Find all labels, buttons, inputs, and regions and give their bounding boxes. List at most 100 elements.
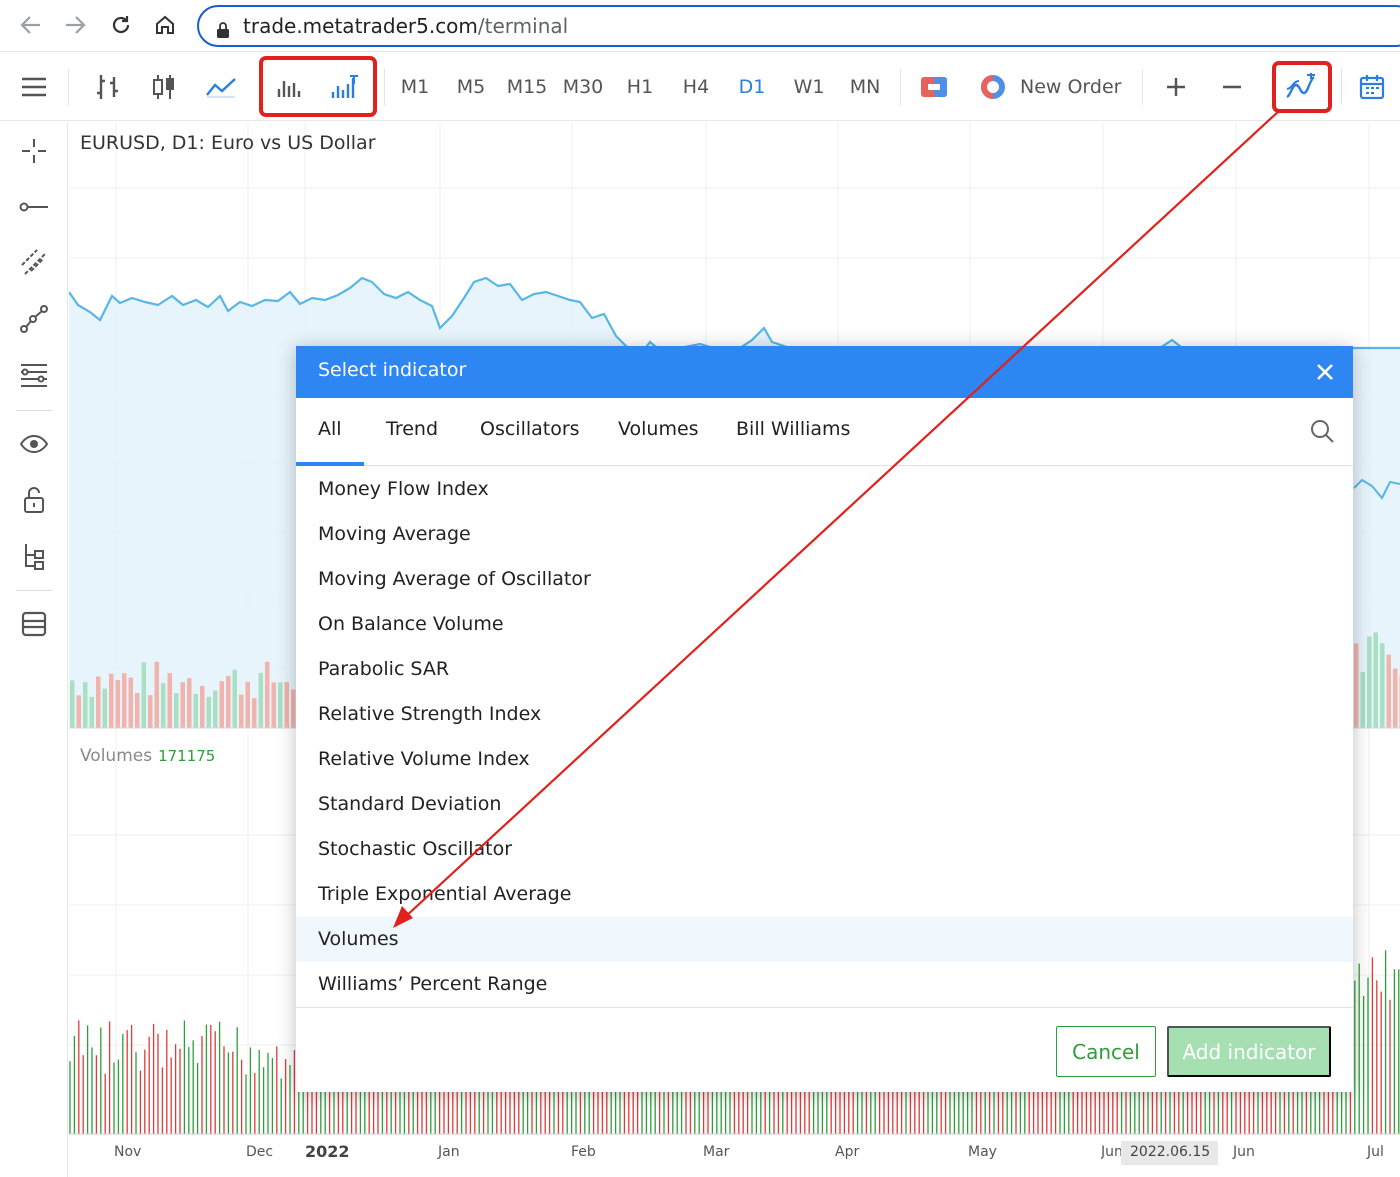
- volume-bar: [102, 688, 107, 728]
- chart-toolbar: M1 M5 M15 M30 H1 H4 D1 W1 MN New Order: [0, 53, 1400, 121]
- volumes-label: Volumes: [80, 746, 153, 766]
- close-icon[interactable]: [1311, 358, 1339, 386]
- volume-bar: [1386, 654, 1391, 728]
- volume-bar: [174, 693, 179, 728]
- volume-bar: [278, 682, 283, 728]
- select-indicator-dialog: Select indicator All Trend Oscillators V…: [296, 346, 1353, 1092]
- timeframe-m5[interactable]: M5: [446, 67, 496, 107]
- polyline-icon[interactable]: [14, 299, 54, 339]
- x-label-year: 2022: [305, 1142, 350, 1161]
- one-click-trading-icon[interactable]: [914, 67, 954, 107]
- volume-bar: [109, 673, 114, 728]
- volume-bar: [89, 696, 94, 728]
- x-label-dec: Dec: [246, 1144, 274, 1160]
- highlight-indicators-button: [1272, 61, 1332, 113]
- timeframe-m30[interactable]: M30: [558, 67, 608, 107]
- new-order-label: New Order: [1020, 76, 1122, 98]
- layers-icon[interactable]: [14, 604, 54, 644]
- timeframe-mn[interactable]: MN: [840, 67, 890, 107]
- volume-bar: [135, 692, 140, 728]
- list-item[interactable]: On Balance Volume: [296, 602, 1353, 647]
- trendline-icon[interactable]: [14, 242, 54, 282]
- volume-bar: [1373, 632, 1378, 728]
- tab-oscillators[interactable]: Oscillators: [480, 418, 580, 440]
- volume-bar: [1393, 668, 1398, 728]
- volume-bar: [219, 681, 224, 728]
- timeframe-h1[interactable]: H1: [615, 67, 665, 107]
- volume-bar: [239, 694, 244, 728]
- menu-icon[interactable]: [14, 67, 54, 107]
- tab-trend[interactable]: Trend: [386, 418, 438, 440]
- search-icon[interactable]: [1309, 418, 1337, 446]
- reload-icon[interactable]: [106, 10, 136, 40]
- volumes-value: 171175: [158, 747, 216, 765]
- calendar-icon[interactable]: [1352, 67, 1392, 107]
- list-item[interactable]: Triple Exponential Average: [296, 872, 1353, 917]
- tab-volumes[interactable]: Volumes: [618, 418, 699, 440]
- volume-bar: [115, 680, 120, 728]
- volume-bar: [252, 698, 257, 728]
- lock-icon[interactable]: [14, 480, 54, 520]
- tab-bill-williams[interactable]: Bill Williams: [736, 418, 850, 440]
- x-label-nov: Nov: [114, 1144, 142, 1160]
- list-item[interactable]: Parabolic SAR: [296, 647, 1353, 692]
- home-icon[interactable]: [150, 10, 180, 40]
- volume-bar: [76, 695, 81, 728]
- list-item[interactable]: Relative Strength Index: [296, 692, 1353, 737]
- x-label-jan: Jan: [438, 1144, 460, 1160]
- timeframe-w1[interactable]: W1: [784, 67, 834, 107]
- back-icon[interactable]: [16, 10, 46, 40]
- volume-bar: [291, 689, 296, 728]
- dialog-footer-divider: [296, 1007, 1353, 1008]
- address-bar[interactable]: trade.metatrader5.com/terminal: [197, 5, 1400, 47]
- active-tab-indicator: [296, 462, 364, 466]
- volume-bar: [206, 696, 211, 728]
- lock-icon: [217, 19, 229, 38]
- volume-bar: [232, 669, 237, 728]
- objects-tree-icon[interactable]: [14, 536, 54, 576]
- cancel-button[interactable]: Cancel: [1056, 1026, 1156, 1077]
- zoom-out-icon[interactable]: [1212, 67, 1252, 107]
- x-label-mar: Mar: [703, 1144, 730, 1160]
- x-label-jun-partial: Jun: [1101, 1144, 1121, 1160]
- list-item[interactable]: Money Flow Index: [296, 467, 1353, 512]
- volume-bar: [187, 678, 192, 728]
- list-item[interactable]: Relative Volume Index: [296, 737, 1353, 782]
- volume-bar: [141, 662, 146, 728]
- timeframe-m1[interactable]: M1: [390, 67, 440, 107]
- drawing-tools-sidebar: [0, 122, 68, 1177]
- list-item[interactable]: Moving Average: [296, 512, 1353, 557]
- volume-bar: [83, 682, 88, 728]
- new-order-button[interactable]: New Order: [978, 67, 1128, 107]
- add-indicator-button[interactable]: Add indicator: [1167, 1026, 1331, 1077]
- candlestick-icon[interactable]: [144, 67, 184, 107]
- list-item[interactable]: Williams’ Percent Range: [296, 962, 1353, 1007]
- timeframe-h4[interactable]: H4: [671, 67, 721, 107]
- bar-chart-icon[interactable]: [88, 67, 128, 107]
- forward-icon[interactable]: [60, 10, 90, 40]
- tab-all[interactable]: All: [318, 418, 342, 440]
- zoom-in-icon[interactable]: [1156, 67, 1196, 107]
- line-chart-icon[interactable]: [200, 67, 242, 107]
- volume-bar: [1360, 671, 1365, 728]
- x-label-jul: Jul: [1367, 1144, 1384, 1160]
- timeframe-m15[interactable]: M15: [502, 67, 552, 107]
- fibonacci-icon[interactable]: [14, 355, 54, 395]
- volume-bar: [245, 681, 250, 728]
- volume-bar: [258, 672, 263, 728]
- volumes-indicator-label: Volumes 171175: [80, 746, 215, 766]
- volume-bar: [128, 677, 133, 728]
- list-item[interactable]: Stochastic Oscillator: [296, 827, 1353, 872]
- dialog-title: Select indicator: [318, 359, 467, 381]
- highlight-volume-buttons: [259, 56, 377, 117]
- url-path: /terminal: [477, 14, 569, 38]
- horizontal-line-icon[interactable]: [14, 187, 54, 227]
- list-item[interactable]: Standard Deviation: [296, 782, 1353, 827]
- crosshair-icon[interactable]: [14, 131, 54, 171]
- list-item[interactable]: Moving Average of Oscillator: [296, 557, 1353, 602]
- eye-icon[interactable]: [14, 424, 54, 464]
- x-label-crosshair-date: 2022.06.15: [1130, 1144, 1211, 1160]
- timeframe-d1[interactable]: D1: [727, 67, 777, 107]
- list-item-selected[interactable]: Volumes: [296, 917, 1353, 962]
- x-label-apr: Apr: [835, 1144, 860, 1160]
